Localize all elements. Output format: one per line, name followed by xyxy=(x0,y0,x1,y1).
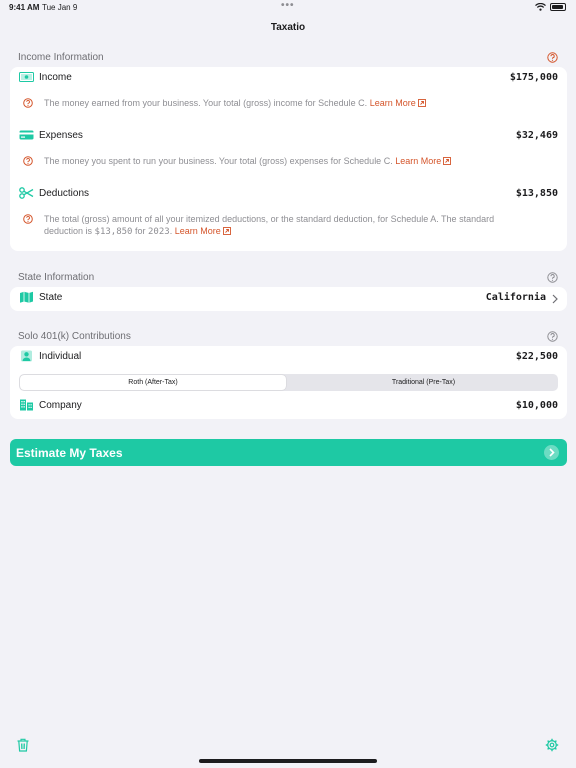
building-icon xyxy=(20,399,33,411)
estimate-taxes-label: Estimate My Taxes xyxy=(16,446,123,460)
segment-traditional[interactable]: Traditional (Pre-Tax) xyxy=(290,375,557,390)
map-icon xyxy=(20,291,33,303)
learn-more-label: Learn More xyxy=(174,226,221,236)
status-bar: 9:41 AM Tue Jan 9 ••• xyxy=(0,0,576,14)
trash-icon[interactable] xyxy=(16,738,30,752)
deductions-description-end: . xyxy=(169,226,173,236)
company-label: Company xyxy=(39,400,82,411)
info-icon xyxy=(23,98,33,108)
wifi-icon xyxy=(535,3,546,11)
individual-value[interactable]: $22,500 xyxy=(516,351,558,362)
income-section-header: Income Information xyxy=(18,52,558,66)
expenses-description-text: The money you spent to run your business… xyxy=(44,156,393,166)
scissors-icon xyxy=(19,187,34,199)
solo401k-card: Individual $22,500 Roth (After-Tax) Trad… xyxy=(10,346,567,419)
state-card: State California xyxy=(10,287,567,311)
external-link-icon xyxy=(222,227,231,235)
income-learn-more-link[interactable]: Learn More xyxy=(370,98,426,108)
segment-roth[interactable]: Roth (After-Tax) xyxy=(20,375,286,390)
expenses-value[interactable]: $32,469 xyxy=(516,130,558,141)
person-icon xyxy=(21,350,32,362)
external-link-icon xyxy=(443,157,452,165)
tax-year: 2023 xyxy=(148,227,170,237)
standard-deduction-amount: $13,850 xyxy=(94,227,133,237)
expenses-label: Expenses xyxy=(39,130,83,141)
external-link-icon xyxy=(417,99,426,107)
deductions-description-mid: for xyxy=(132,226,148,236)
individual-row[interactable]: Individual $22,500 xyxy=(10,347,567,369)
state-row[interactable]: State California xyxy=(10,288,567,310)
cash-icon xyxy=(19,72,34,82)
info-icon xyxy=(23,214,33,224)
income-value[interactable]: $175,000 xyxy=(510,72,558,83)
state-section-title: State Information xyxy=(18,272,95,283)
income-description: The money earned from your business. You… xyxy=(44,97,544,109)
contribution-type-segmented-control: Roth (After-Tax) Traditional (Pre-Tax) xyxy=(19,374,558,391)
company-row[interactable]: Company $10,000 xyxy=(10,396,567,418)
income-label: Income xyxy=(39,72,72,83)
deductions-label: Deductions xyxy=(39,188,90,199)
income-description-text: The money earned from your business. You… xyxy=(44,98,368,108)
company-value[interactable]: $10,000 xyxy=(516,400,558,411)
deductions-learn-more-link[interactable]: Learn More xyxy=(175,226,231,236)
deductions-description: The total (gross) amount of all your ite… xyxy=(44,213,559,238)
chevron-right-circle-icon xyxy=(544,445,559,460)
deductions-description-line1: The total (gross) amount of all your ite… xyxy=(44,214,495,224)
battery-icon xyxy=(550,3,566,11)
solo401k-section-header: Solo 401(k) Contributions xyxy=(18,331,558,345)
solo401k-section-title: Solo 401(k) Contributions xyxy=(18,331,131,342)
status-time: 9:41 AM xyxy=(9,3,40,12)
state-label: State xyxy=(39,292,63,303)
deductions-description-pre: deduction is xyxy=(44,226,95,236)
state-section-header: State Information xyxy=(18,272,558,286)
expenses-learn-more-link[interactable]: Learn More xyxy=(395,156,452,166)
income-card: Income $175,000 The money earned from yo… xyxy=(10,67,567,251)
help-icon[interactable] xyxy=(547,272,558,283)
learn-more-label: Learn More xyxy=(369,98,416,108)
help-icon[interactable] xyxy=(547,331,558,342)
help-icon[interactable] xyxy=(547,52,558,63)
home-indicator[interactable] xyxy=(199,759,377,763)
info-icon xyxy=(23,156,33,166)
multitasking-dots[interactable]: ••• xyxy=(281,0,295,11)
expenses-description: The money you spent to run your business… xyxy=(44,155,544,167)
chevron-right-icon xyxy=(552,294,558,304)
deductions-row[interactable]: Deductions $13,850 xyxy=(10,184,567,206)
deductions-value[interactable]: $13,850 xyxy=(516,188,558,199)
income-section-title: Income Information xyxy=(18,52,104,63)
state-value[interactable]: California xyxy=(486,292,546,303)
gear-icon[interactable] xyxy=(545,738,559,752)
estimate-taxes-button[interactable]: Estimate My Taxes xyxy=(10,439,567,466)
individual-label: Individual xyxy=(39,351,82,362)
page-title: Taxatio xyxy=(270,22,306,33)
learn-more-label: Learn More xyxy=(395,156,442,166)
status-date: Tue Jan 9 xyxy=(42,3,78,12)
expenses-row[interactable]: Expenses $32,469 xyxy=(10,126,567,148)
credit-card-icon xyxy=(19,130,34,140)
income-row[interactable]: Income $175,000 xyxy=(10,68,567,90)
